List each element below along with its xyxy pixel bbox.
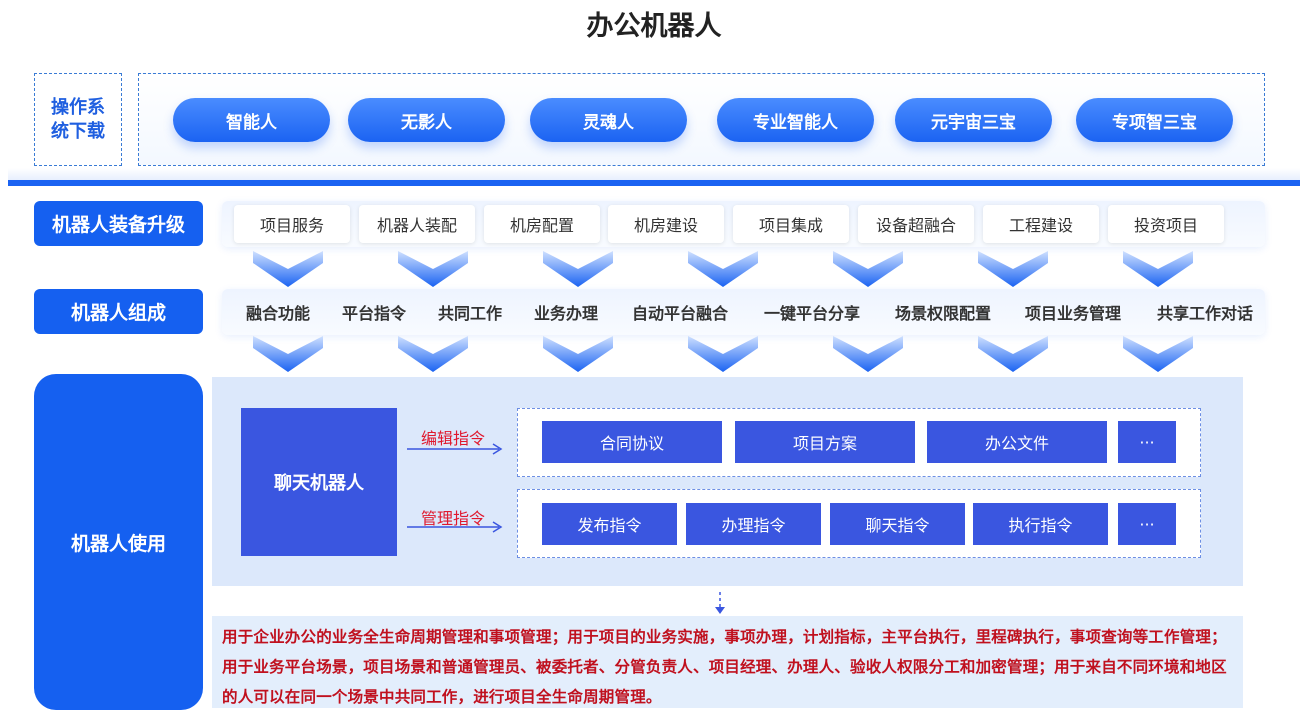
- manage-command-item[interactable]: 办理指令: [686, 503, 821, 545]
- os-download-label-text: 操作系统下载: [51, 96, 105, 142]
- section-divider: [8, 180, 1300, 186]
- equipment-item[interactable]: 投资项目: [1108, 205, 1224, 243]
- composition-item: 共同工作: [437, 304, 502, 323]
- equipment-item[interactable]: 设备超融合: [858, 205, 974, 243]
- manage-command-item[interactable]: 执行指令: [973, 503, 1108, 545]
- edit-command-item[interactable]: 办公文件: [927, 421, 1107, 463]
- manage-command-item[interactable]: 聊天指令: [830, 503, 965, 545]
- composition-item: 场景权限配置: [894, 304, 991, 323]
- right-arrow-icon: [407, 521, 503, 533]
- composition-band: 融合功能 平台指令 共同工作 业务办理 自动平台融合 一键平台分享 场景权限配置…: [222, 289, 1265, 335]
- os-options-panel: 智能人 无影人 灵魂人 专业智能人 元宇宙三宝 专项智三宝: [138, 73, 1265, 166]
- down-chevron-icon: [978, 251, 1048, 287]
- edit-command-item[interactable]: 合同协议: [542, 421, 722, 463]
- composition-item: 共享工作对话: [1156, 304, 1253, 323]
- edit-command-item[interactable]: 项目方案: [735, 421, 915, 463]
- chat-robot-block[interactable]: 聊天机器人: [241, 408, 397, 556]
- composition-item: 自动平台融合: [631, 304, 728, 323]
- os-option-2[interactable]: 无影人: [348, 98, 505, 142]
- usage-description-box: 用于企业办公的业务全生命周期管理和事项管理；用于项目的业务实施，事项办理，计划指…: [212, 616, 1243, 708]
- edit-command-box: 合同协议 项目方案 办公文件 ···: [517, 408, 1201, 477]
- right-arrow-icon: [407, 443, 503, 455]
- equipment-item[interactable]: 机房配置: [484, 205, 600, 243]
- down-chevron-icon: [833, 336, 903, 372]
- usage-description: 用于企业办公的业务全生命周期管理和事项管理；用于项目的业务实施，事项办理，计划指…: [222, 628, 1227, 706]
- equipment-upgrade-label: 机器人装备升级: [34, 201, 203, 246]
- down-chevron-icon: [253, 336, 323, 372]
- down-chevron-icon: [1123, 251, 1193, 287]
- composition-item: 业务办理: [533, 304, 598, 323]
- down-chevron-icon: [543, 251, 613, 287]
- down-chevron-icon: [688, 336, 758, 372]
- down-chevron-icon: [688, 251, 758, 287]
- manage-command-more[interactable]: ···: [1118, 503, 1176, 545]
- equipment-item[interactable]: 项目服务: [234, 205, 350, 243]
- os-option-3[interactable]: 灵魂人: [530, 98, 687, 142]
- equipment-item[interactable]: 项目集成: [733, 205, 849, 243]
- down-chevron-icon: [978, 336, 1048, 372]
- down-chevron-icon: [1123, 336, 1193, 372]
- os-option-4[interactable]: 专业智能人: [717, 98, 874, 142]
- down-chevron-icon: [543, 336, 613, 372]
- composition-item: 项目业务管理: [1024, 304, 1121, 323]
- equipment-item[interactable]: 机房建设: [608, 205, 724, 243]
- page-title: 办公机器人: [586, 11, 722, 42]
- composition-item: 融合功能: [245, 304, 310, 323]
- manage-command-item[interactable]: 发布指令: [542, 503, 677, 545]
- down-chevron-icon: [398, 251, 468, 287]
- os-option-1[interactable]: 智能人: [173, 98, 330, 142]
- down-chevron-icon: [833, 251, 903, 287]
- usage-label: 机器人使用: [34, 374, 203, 710]
- os-option-6[interactable]: 专项智三宝: [1076, 98, 1233, 142]
- composition-item: 平台指令: [341, 304, 406, 323]
- equipment-band: 项目服务 机器人装配 机房配置 机房建设 项目集成 设备超融合 工程建设 投资项…: [222, 201, 1265, 247]
- equipment-item[interactable]: 机器人装配: [359, 205, 475, 243]
- dashed-down-arrow-icon: [715, 592, 725, 614]
- composition-label: 机器人组成: [34, 289, 203, 334]
- manage-command-box: 发布指令 办理指令 聊天指令 执行指令 ···: [517, 489, 1201, 558]
- composition-item: 一键平台分享: [763, 304, 860, 323]
- edit-command-more[interactable]: ···: [1118, 421, 1176, 463]
- os-download-label[interactable]: 操作系统下载: [34, 73, 122, 166]
- down-chevron-icon: [398, 336, 468, 372]
- os-option-5[interactable]: 元宇宙三宝: [895, 98, 1052, 142]
- equipment-item[interactable]: 工程建设: [983, 205, 1099, 243]
- down-chevron-icon: [253, 251, 323, 287]
